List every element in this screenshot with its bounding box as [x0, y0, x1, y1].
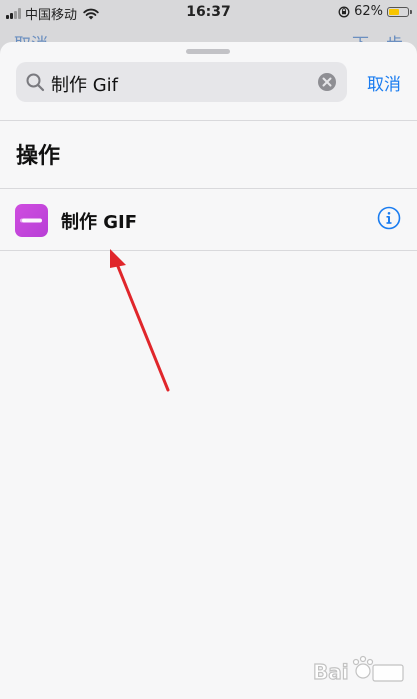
info-icon[interactable] — [377, 206, 401, 230]
watermark-logo: Bai — [312, 655, 404, 685]
section-title: 操作 — [16, 144, 61, 169]
action-divider — [0, 250, 417, 251]
search-sheet: 制作 Gif 取消 操作 制作 GIF — [0, 42, 417, 699]
clear-icon[interactable] — [317, 72, 337, 92]
status-right: 62% — [338, 4, 412, 19]
gif-action-icon — [15, 204, 48, 237]
search-icon — [26, 73, 45, 92]
battery-percent: 62% — [354, 4, 383, 19]
search-input[interactable]: 制作 Gif — [16, 62, 347, 102]
battery-icon — [387, 6, 412, 17]
cancel-button[interactable]: 取消 — [367, 70, 401, 95]
search-row: 制作 Gif 取消 — [16, 62, 401, 102]
battery-fill — [389, 8, 399, 15]
sheet-grabber[interactable] — [186, 49, 230, 54]
svg-text:Bai: Bai — [313, 660, 349, 684]
search-divider — [0, 120, 417, 121]
rotation-lock-icon — [338, 6, 350, 17]
search-input-value[interactable]: 制作 Gif — [51, 71, 118, 97]
action-label: 制作 GIF — [61, 212, 138, 233]
action-row-make-gif[interactable]: 制作 GIF — [0, 188, 417, 250]
screen: 中国移动 16:37 62% 取消 下一步 — [0, 0, 417, 699]
status-bar: 中国移动 16:37 62% — [0, 0, 417, 24]
